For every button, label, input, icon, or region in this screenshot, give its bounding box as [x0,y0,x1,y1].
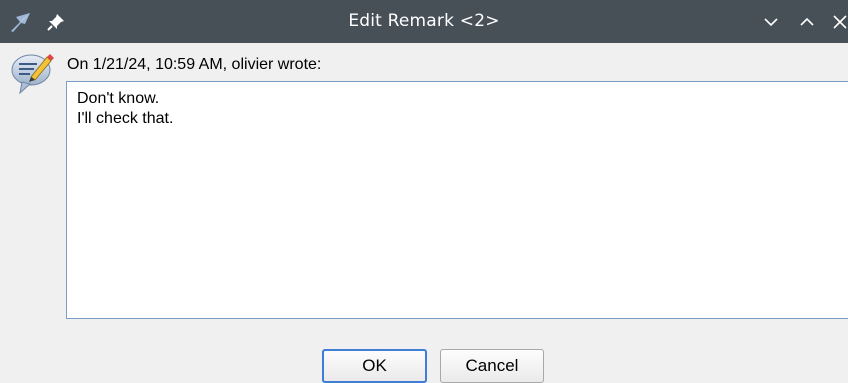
remark-author-line: On 1/21/24, 10:59 AM, olivier wrote: [67,56,322,73]
title-bar[interactable]: Edit Remark <2> [0,0,848,43]
window-title: Edit Remark <2> [348,11,500,31]
cancel-button[interactable]: Cancel [440,349,544,383]
close-icon[interactable] [832,11,848,33]
ok-button[interactable]: OK [322,349,427,383]
minimize-icon[interactable] [760,11,782,33]
remark-note-icon [10,53,60,97]
maximize-icon[interactable] [796,11,818,33]
remark-header: On 1/21/24, 10:59 AM, olivier wrote: [0,43,848,95]
remark-text-area[interactable]: Don't know. I'll check that. [66,81,848,319]
